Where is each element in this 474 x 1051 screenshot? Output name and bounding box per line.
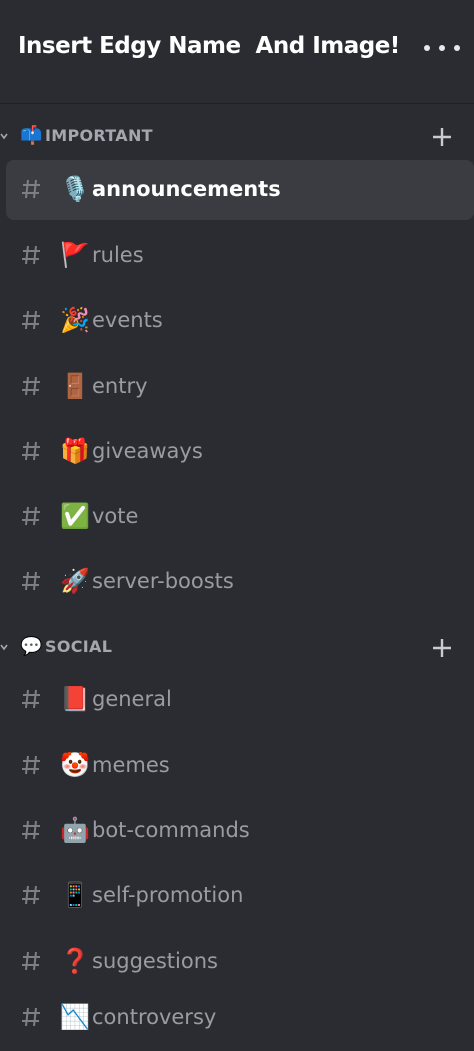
channel-name: bot-commands xyxy=(92,818,250,842)
channel-server-boosts[interactable]: 🚀 server-boosts xyxy=(6,552,474,612)
channel-emoji: 🎉 xyxy=(60,306,90,334)
channel-suggestions[interactable]: ❓ suggestions xyxy=(6,932,474,992)
server-name[interactable]: Insert Edgy Name And Image! xyxy=(18,33,400,59)
channel-name: entry xyxy=(92,374,148,398)
hash-icon xyxy=(22,820,40,840)
hash-icon xyxy=(22,1007,40,1027)
dot xyxy=(439,45,445,51)
hash-icon xyxy=(22,951,40,971)
hash-icon xyxy=(22,179,40,199)
channel-emoji: ✅ xyxy=(60,502,90,530)
channel-giveaways[interactable]: 🎁 giveaways xyxy=(6,422,474,482)
hash-icon xyxy=(22,885,40,905)
channel-emoji: 🎁 xyxy=(60,437,90,465)
channel-general[interactable]: 📕 general xyxy=(6,670,474,730)
channel-emoji: 🤡 xyxy=(60,751,90,779)
hash-icon xyxy=(22,245,40,265)
channel-name: rules xyxy=(92,243,144,267)
channel-emoji: 🎙️ xyxy=(60,175,90,203)
hash-icon xyxy=(22,755,40,775)
category-important[interactable]: 📫 IMPORTANT xyxy=(0,122,474,152)
server-header[interactable]: Insert Edgy Name And Image! xyxy=(0,0,474,104)
channel-bot-commands[interactable]: 🤖 bot-commands xyxy=(6,801,474,861)
channel-name: suggestions xyxy=(92,949,218,973)
channel-emoji: 🚪 xyxy=(60,372,90,400)
channel-emoji: ❓ xyxy=(60,947,90,975)
channel-emoji: 🚀 xyxy=(60,567,90,595)
chevron-down-icon xyxy=(0,133,8,140)
channel-emoji: 📕 xyxy=(60,685,90,713)
channel-events[interactable]: 🎉 events xyxy=(6,291,474,351)
channel-memes[interactable]: 🤡 memes xyxy=(6,736,474,796)
channel-name: general xyxy=(92,687,172,711)
channel-announcements[interactable]: 🎙️ announcements xyxy=(6,160,474,220)
ellipsis-icon[interactable] xyxy=(424,36,460,60)
channel-name: memes xyxy=(92,753,170,777)
hash-icon xyxy=(22,689,40,709)
channel-name: giveaways xyxy=(92,439,203,463)
channel-name: self-promotion xyxy=(92,883,244,907)
dot xyxy=(454,45,460,51)
hash-icon xyxy=(22,376,40,396)
channel-name: server-boosts xyxy=(92,569,234,593)
channel-controversy[interactable]: 📉 controversy xyxy=(6,988,474,1048)
channel-name: vote xyxy=(92,504,139,528)
channel-entry[interactable]: 🚪 entry xyxy=(6,357,474,417)
channel-self-promotion[interactable]: 📱 self-promotion xyxy=(6,866,474,926)
channel-emoji: 📱 xyxy=(60,881,90,909)
hash-icon xyxy=(22,441,40,461)
category-emoji: 📫 xyxy=(20,125,43,146)
hash-icon xyxy=(22,310,40,330)
category-label: SOCIAL xyxy=(45,637,113,656)
channel-emoji: 🚩 xyxy=(60,241,90,269)
channel-name: events xyxy=(92,308,163,332)
channel-rules[interactable]: 🚩 rules xyxy=(6,226,474,286)
category-label: IMPORTANT xyxy=(45,126,153,145)
channel-name: controversy xyxy=(92,1005,217,1029)
category-social[interactable]: 💬 SOCIAL xyxy=(0,633,474,663)
channel-vote[interactable]: ✅ vote xyxy=(6,487,474,547)
hash-icon xyxy=(22,571,40,591)
channel-emoji: 📉 xyxy=(60,1003,90,1031)
plus-icon[interactable] xyxy=(430,636,454,660)
hash-icon xyxy=(22,506,40,526)
category-emoji: 💬 xyxy=(20,636,43,657)
chevron-down-icon xyxy=(0,644,8,651)
channel-name: announcements xyxy=(92,177,281,201)
dot xyxy=(424,45,430,51)
plus-icon[interactable] xyxy=(430,125,454,149)
channel-emoji: 🤖 xyxy=(60,816,90,844)
